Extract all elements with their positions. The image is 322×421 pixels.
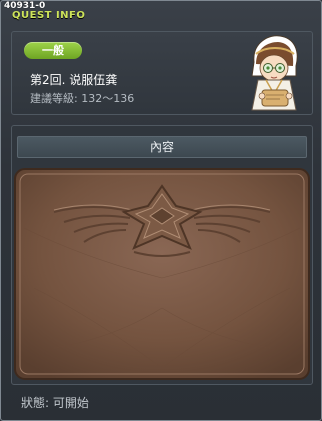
winged-emblem-icon <box>14 168 310 380</box>
quest-name: 第2回. 说服伍龚 <box>30 73 118 87</box>
quest-info-window: 40931-0 QUEST INFO 一般 第2回. 说服伍龚 建議等級: 13… <box>0 0 322 421</box>
quest-content-panel: 內容 <box>11 125 313 385</box>
window-title: QUEST INFO <box>12 10 86 21</box>
category-badge: 一般 <box>24 42 82 59</box>
quest-summary-panel: 一般 第2回. 说服伍龚 建議等級: 132～136 <box>11 31 313 115</box>
recommended-level: 建議等級: 132～136 <box>30 92 135 105</box>
quest-status: 狀態: 可開始 <box>21 396 89 410</box>
npc-portrait-icon <box>251 35 298 111</box>
content-header: 內容 <box>17 136 307 158</box>
